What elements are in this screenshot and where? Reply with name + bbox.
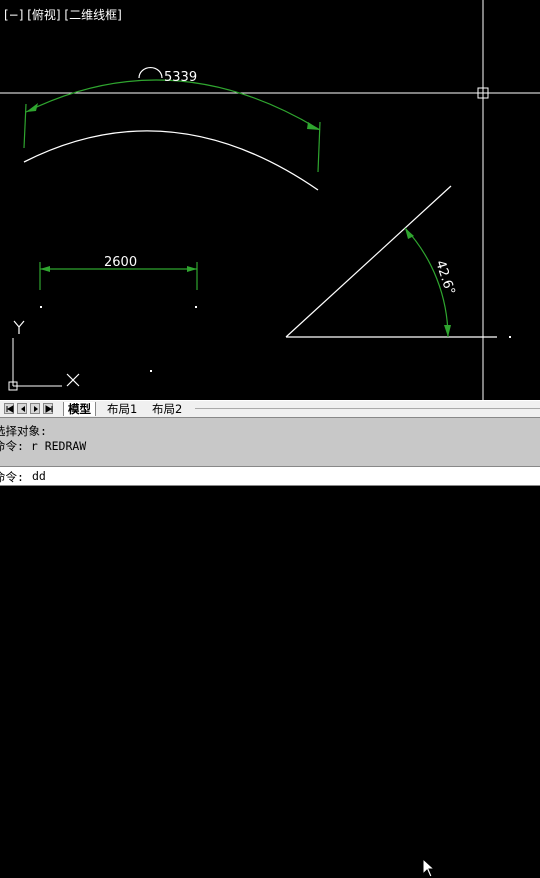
arc-length-dimension[interactable]	[23, 79, 321, 173]
drawing-viewport[interactable]: 5339 2600 42.6° [−] [俯视] [二维线框]	[0, 0, 540, 400]
command-input[interactable]	[32, 468, 532, 484]
command-history: 选择对象: 命令: r REDRAW	[0, 417, 540, 878]
command-prompt: 命令:	[0, 470, 24, 484]
angle-line-inclined[interactable]	[285, 185, 452, 338]
tab-model[interactable]: 模型	[63, 402, 96, 416]
mouse-pointer-icon	[422, 858, 436, 878]
drawing-canvas[interactable]: 5339 2600 42.6°	[0, 0, 540, 400]
tab-layout2[interactable]: 布局2	[148, 402, 186, 416]
command-history-line: 命令: r REDRAW	[0, 439, 87, 453]
last-icon[interactable]	[43, 403, 53, 414]
ucs-icon	[8, 320, 80, 391]
command-history-line: 选择对象:	[0, 424, 47, 438]
ucs-x-axis-label	[66, 373, 80, 387]
arc-object[interactable]	[23, 130, 319, 191]
ucs-y-axis-label	[13, 320, 25, 334]
command-line[interactable]: 命令:	[0, 466, 540, 486]
grip-point	[509, 336, 511, 338]
arc-length-label: 5339	[164, 70, 197, 85]
grip-point	[40, 306, 42, 308]
previous-icon[interactable]	[17, 403, 27, 414]
next-icon[interactable]	[30, 403, 40, 414]
first-icon[interactable]	[4, 403, 14, 414]
arc-symbol	[138, 67, 163, 79]
layout-tab-bar: 模型 布局1 布局2	[0, 400, 540, 417]
viewport-controls-label[interactable]: [−] [俯视] [二维线框]	[4, 6, 122, 23]
linear-dimension-label: 2600	[104, 255, 137, 270]
grip-point	[150, 370, 152, 372]
tab-layout1[interactable]: 布局1	[103, 402, 141, 416]
tab-bar-divider	[195, 408, 540, 409]
grip-point	[195, 306, 197, 308]
